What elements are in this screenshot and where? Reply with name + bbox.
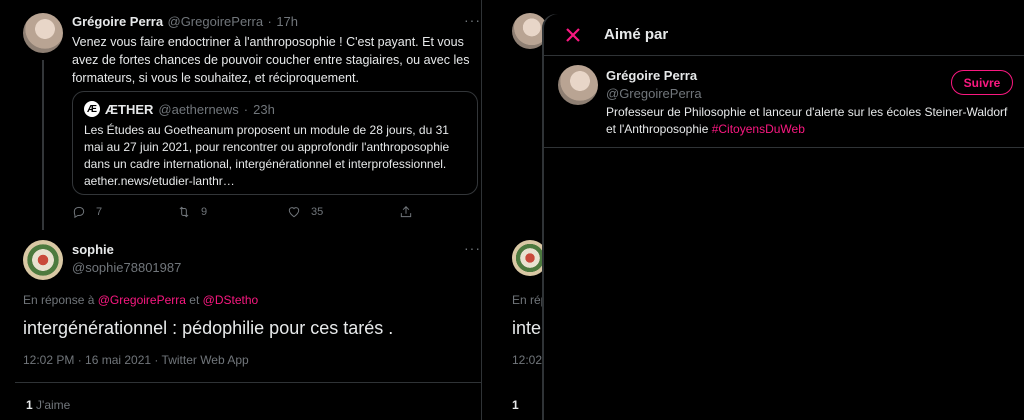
more-options-icon[interactable]: ··· (464, 240, 481, 256)
quote-author-name: ÆTHER (105, 101, 154, 117)
quoted-tweet[interactable]: Æ ÆTHER @aethernews · 23h Les Études au … (72, 91, 478, 195)
tweet-actions: 7 9 35 (72, 205, 412, 223)
divider (15, 382, 482, 383)
retweet-icon (179, 206, 189, 218)
modal-title: Aimé par (604, 26, 669, 43)
reply-icon (73, 206, 85, 219)
reply-and: et (189, 293, 200, 307)
reply-count: 7 (96, 206, 103, 218)
background-text: inte (512, 318, 542, 338)
user-avatar[interactable] (558, 65, 598, 105)
reply-timestamp[interactable]: 12:02 PM · 16 mai 2021 · Twitter Web App (23, 353, 249, 367)
follow-button[interactable]: Suivre (951, 70, 1013, 95)
more-options-icon[interactable]: ··· (464, 12, 481, 28)
quote-time: 23h (253, 101, 275, 117)
user-bio-text: Professeur de Philosophie et lanceur d'a… (606, 105, 1008, 136)
user-list-item[interactable]: Grégoire Perra @GregoirePerra Professeur… (544, 56, 1024, 148)
author-name[interactable]: Grégoire Perra (72, 14, 163, 29)
main-tweet-column: Grégoire Perra @GregoirePerra · 17h ··· … (0, 0, 482, 420)
share-button[interactable] (399, 205, 413, 219)
background-avatar (512, 13, 548, 49)
author-avatar[interactable] (23, 13, 63, 53)
likes-label: J'aime (36, 398, 71, 412)
user-name[interactable]: Grégoire Perra (606, 68, 697, 83)
author-handle[interactable]: @GregoirePerra (168, 14, 264, 29)
modal-header: Aimé par (544, 14, 1024, 56)
close-icon (566, 27, 580, 42)
close-button[interactable] (554, 16, 592, 54)
quote-text: Les Études au Goetheanum proposent un mo… (84, 123, 450, 188)
reply-author-handle[interactable]: @sophie78801987 (72, 260, 181, 275)
hashtag-link[interactable]: #CitoyensDuWeb (712, 122, 805, 136)
likes-count: 1 (26, 398, 33, 412)
background-likes: 1 (512, 398, 519, 412)
background-timestamp: 12:02 (512, 353, 543, 367)
quote-author-logo: Æ (84, 101, 100, 117)
like-count: 35 (311, 206, 324, 218)
tweet-time[interactable]: 17h (276, 14, 298, 29)
retweet-count: 9 (201, 206, 208, 218)
user-handle[interactable]: @GregoirePerra (606, 86, 702, 101)
reply-prefix: En réponse à (23, 293, 95, 307)
like-button[interactable]: 35 (287, 205, 323, 219)
user-bio: Professeur de Philosophie et lanceur d'a… (606, 104, 1011, 138)
share-icon (400, 206, 412, 218)
likes-summary[interactable]: 1 J'aime (26, 398, 70, 412)
liked-by-modal: Aimé par Grégoire Perra @GregoirePerra P… (544, 14, 1024, 420)
separator: · (267, 14, 272, 29)
tweet-header: Grégoire Perra @GregoirePerra · 17h (72, 13, 298, 31)
heart-icon (288, 207, 300, 218)
mention-link[interactable]: @DStetho (203, 293, 259, 307)
reply-text: intergénérationnel : pédophilie pour ces… (23, 318, 394, 338)
retweet-button[interactable]: 9 (177, 205, 207, 219)
mention-link[interactable]: @GregoirePerra (98, 293, 186, 307)
reply-author-name[interactable]: sophie (72, 242, 114, 257)
quote-author-handle: @aethernews (158, 101, 239, 117)
quote-header: Æ ÆTHER @aethernews · 23h (84, 101, 466, 117)
reply-context: En réponse à @GregoirePerra et @DStetho (23, 293, 258, 307)
background-avatar (512, 240, 548, 276)
thread-line (42, 60, 44, 230)
reply-button[interactable]: 7 (72, 205, 102, 219)
tweet-text: Venez vous faire endoctriner à l'anthrop… (72, 35, 470, 85)
reply-author-avatar[interactable] (23, 240, 63, 280)
separator: · (243, 101, 249, 117)
